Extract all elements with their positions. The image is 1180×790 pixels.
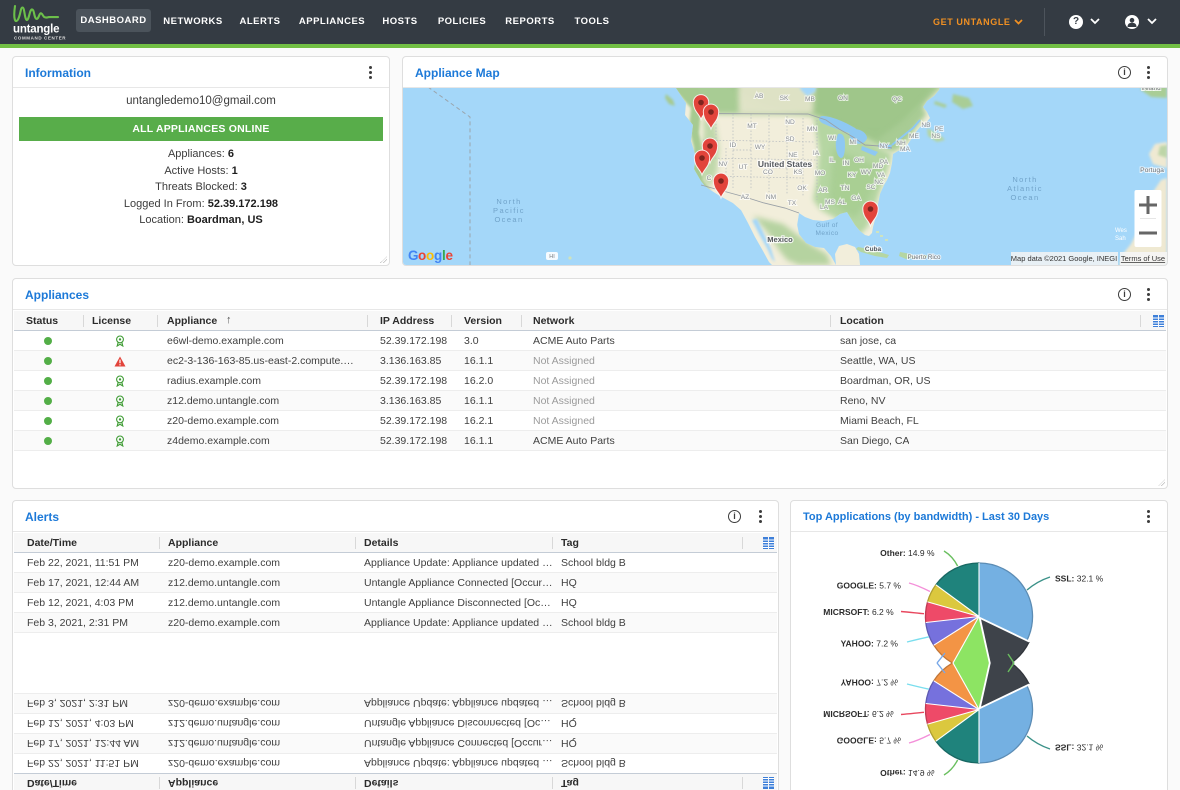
svg-text:ID: ID <box>730 142 737 149</box>
svg-text:untangle: untangle <box>13 24 59 36</box>
svg-text:Terms of Use: Terms of Use <box>1121 254 1165 263</box>
svg-text:SD: SD <box>785 136 794 143</box>
svg-text:Atlantic: Atlantic <box>1007 184 1043 193</box>
svg-text:CO: CO <box>763 169 773 176</box>
svg-text:YAHOO: 7.2 %: YAHOO: 7.2 % <box>841 678 899 688</box>
svg-text:AL: AL <box>838 199 846 206</box>
svg-text:IL: IL <box>829 157 835 164</box>
svg-text:G: G <box>408 248 418 263</box>
svg-text:Map data ©2021 Google, INEGI: Map data ©2021 Google, INEGI <box>1011 254 1117 263</box>
svg-text:Ireland: Ireland <box>1141 88 1161 92</box>
svg-text:MICRSOFT: 6.2 %: MICRSOFT: 6.2 % <box>823 607 894 617</box>
svg-text:MI: MI <box>849 139 856 146</box>
svg-text:NB: NB <box>921 122 931 129</box>
svg-text:Gulf of: Gulf of <box>816 222 838 229</box>
svg-text:North: North <box>496 197 521 206</box>
svg-text:NE: NE <box>788 152 798 159</box>
svg-text:Sah: Sah <box>1115 236 1126 242</box>
svg-text:Mexico: Mexico <box>767 235 793 244</box>
svg-text:YAHOO: 7.2 %: YAHOO: 7.2 % <box>841 639 899 649</box>
svg-text:AR: AR <box>818 187 827 194</box>
svg-text:Pacific: Pacific <box>493 206 525 215</box>
svg-text:NM: NM <box>766 194 776 201</box>
svg-text:IA: IA <box>813 150 820 157</box>
svg-text:NV: NV <box>718 161 728 168</box>
svg-text:WI: WI <box>828 135 836 142</box>
svg-text:GA: GA <box>851 195 861 202</box>
svg-text:NY: NY <box>879 143 889 150</box>
svg-text:WV: WV <box>861 169 872 176</box>
svg-text:MA: MA <box>900 146 910 153</box>
svg-text:TN: TN <box>841 185 850 192</box>
svg-text:C: C <box>707 175 712 182</box>
svg-text:KY: KY <box>848 172 857 179</box>
svg-text:Other: 14.9 %: Other: 14.9 % <box>880 548 935 558</box>
svg-text:North: North <box>1012 175 1037 184</box>
svg-text:GOOGLE: 5.7 %: GOOGLE: 5.7 % <box>837 581 902 591</box>
svg-text:United States: United States <box>758 159 813 169</box>
svg-text:WY: WY <box>755 144 766 151</box>
svg-text:MD: MD <box>873 163 883 170</box>
svg-text:KS: KS <box>794 169 803 176</box>
svg-text:AZ: AZ <box>741 194 749 201</box>
svg-text:MN: MN <box>807 126 817 133</box>
svg-text:Mexico: Mexico <box>816 230 839 237</box>
svg-text:COMMAND CENTER: COMMAND CENTER <box>14 36 66 41</box>
svg-text:g: g <box>434 248 442 263</box>
svg-text:o: o <box>418 248 426 263</box>
svg-text:o: o <box>426 248 434 263</box>
svg-text:TX: TX <box>788 200 797 207</box>
svg-text:NC: NC <box>874 179 884 186</box>
svg-text:OH: OH <box>854 157 864 164</box>
svg-text:GOOGLE: 5.7 %: GOOGLE: 5.7 % <box>837 736 902 746</box>
svg-text:MICRSOFT: 6.2 %: MICRSOFT: 6.2 % <box>823 709 894 719</box>
svg-text:HI: HI <box>549 254 555 260</box>
svg-text:Ocean: Ocean <box>1010 193 1039 202</box>
svg-text:ON: ON <box>838 95 848 102</box>
svg-text:Wes: Wes <box>1115 228 1127 234</box>
svg-text:Puerto Rico: Puerto Rico <box>908 254 941 261</box>
svg-text:AB: AB <box>755 93 764 100</box>
svg-text:PE: PE <box>935 126 944 133</box>
svg-text:SSL: 32.1 %: SSL: 32.1 % <box>1055 574 1104 584</box>
svg-text:SK: SK <box>780 95 789 102</box>
svg-text:UT: UT <box>739 164 748 171</box>
svg-text:MS: MS <box>825 199 835 206</box>
svg-text:MB: MB <box>805 96 815 103</box>
svg-text:Cuba: Cuba <box>865 246 882 253</box>
svg-text:IN: IN <box>843 160 850 167</box>
svg-text:ME: ME <box>909 133 919 140</box>
svg-text:Other: 14.9 %: Other: 14.9 % <box>880 768 935 778</box>
svg-text:ND: ND <box>785 119 795 126</box>
svg-text:e: e <box>446 248 454 263</box>
svg-text:MO: MO <box>815 170 826 177</box>
svg-text:SSL: 32.1 %: SSL: 32.1 % <box>1055 743 1104 753</box>
svg-text:Portuga: Portuga <box>1140 167 1164 174</box>
svg-text:Ocean: Ocean <box>494 215 523 224</box>
svg-text:NS: NS <box>931 133 941 140</box>
svg-text:MT: MT <box>747 123 757 130</box>
svg-text:VA: VA <box>877 172 886 179</box>
svg-text:QC: QC <box>892 96 902 103</box>
svg-text:OK: OK <box>797 185 807 192</box>
